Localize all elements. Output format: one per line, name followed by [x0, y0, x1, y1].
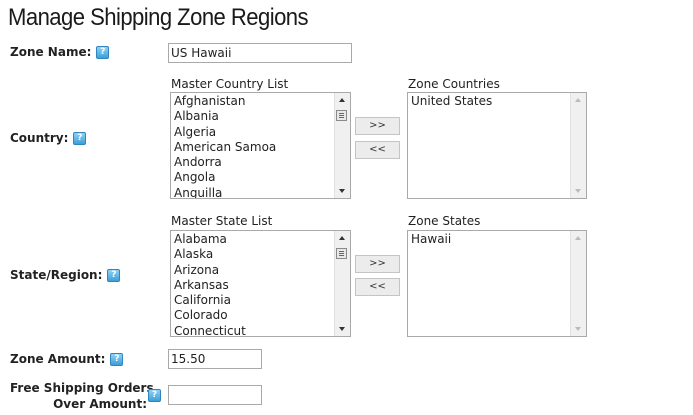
list-item[interactable]: American Samoa [174, 140, 334, 155]
zone-countries-caption: Zone Countries [408, 77, 500, 91]
zone-countries-list[interactable]: United States [407, 92, 587, 199]
help-icon[interactable]: ? [148, 389, 161, 402]
scroll-down-icon[interactable] [339, 189, 345, 193]
list-item[interactable]: Alabama [174, 232, 334, 247]
scroll-up-icon[interactable] [575, 98, 581, 102]
master-state-list[interactable]: Alabama Alaska Arizona Arkansas Californ… [170, 230, 351, 337]
help-icon[interactable]: ? [110, 353, 124, 366]
scrollbar[interactable] [334, 231, 350, 336]
list-item[interactable]: Colorado [174, 308, 334, 323]
free-shipping-amount-input[interactable] [168, 385, 262, 405]
page-title: Manage Shipping Zone Regions [8, 4, 309, 31]
list-item[interactable]: Hawaii [411, 232, 570, 247]
scroll-down-icon[interactable] [575, 189, 581, 193]
list-item[interactable]: California [174, 293, 334, 308]
country-label: Country: [10, 131, 69, 145]
master-country-caption: Master Country List [171, 77, 289, 91]
state-label: State/Region: [10, 268, 103, 282]
master-state-caption: Master State List [171, 214, 273, 228]
remove-country-button[interactable]: << [355, 141, 400, 159]
scroll-thumb[interactable] [336, 110, 347, 121]
zone-states-caption: Zone States [408, 214, 481, 228]
add-state-button[interactable]: >> [355, 255, 400, 273]
master-country-list[interactable]: Afghanistan Albania Algeria American Sam… [170, 92, 351, 199]
scroll-up-icon[interactable] [339, 236, 345, 240]
list-item[interactable]: United States [411, 94, 570, 109]
remove-state-button[interactable]: << [355, 278, 400, 296]
country-label-row: Country:? [10, 131, 87, 145]
zone-amount-label: Zone Amount: [10, 352, 106, 366]
scroll-up-icon[interactable] [339, 98, 345, 102]
help-icon[interactable]: ? [107, 269, 121, 282]
scrollbar[interactable] [334, 93, 350, 198]
zone-amount-label-row: Zone Amount:? [10, 352, 124, 366]
list-item[interactable]: Algeria [174, 125, 334, 140]
free-shipping-label: Free Shipping Orders Over Amount: [10, 381, 154, 411]
scroll-down-icon[interactable] [339, 327, 345, 331]
zone-name-label: Zone Name: [10, 45, 92, 59]
list-item[interactable]: Afghanistan [174, 94, 334, 109]
zone-name-input[interactable] [168, 43, 352, 63]
list-item[interactable]: Alaska [174, 247, 334, 262]
scroll-thumb[interactable] [336, 248, 347, 259]
zone-name-label-row: Zone Name:? [10, 45, 110, 59]
scroll-down-icon[interactable] [575, 327, 581, 331]
state-label-row: State/Region:? [10, 268, 121, 282]
list-item[interactable]: Angola [174, 170, 334, 185]
list-item[interactable]: Arizona [174, 263, 334, 278]
zone-states-list[interactable]: Hawaii [407, 230, 587, 337]
scrollbar[interactable] [570, 231, 586, 336]
list-item[interactable]: Albania [174, 109, 334, 124]
help-icon[interactable]: ? [96, 46, 110, 59]
list-item[interactable]: Andorra [174, 155, 334, 170]
help-icon[interactable]: ? [73, 132, 87, 145]
add-country-button[interactable]: >> [355, 117, 400, 135]
zone-amount-input[interactable] [168, 349, 262, 369]
scroll-up-icon[interactable] [575, 236, 581, 240]
list-item[interactable]: Anguilla [174, 186, 334, 198]
scrollbar[interactable] [570, 93, 586, 198]
list-item[interactable]: Connecticut [174, 324, 334, 336]
list-item[interactable]: Arkansas [174, 278, 334, 293]
